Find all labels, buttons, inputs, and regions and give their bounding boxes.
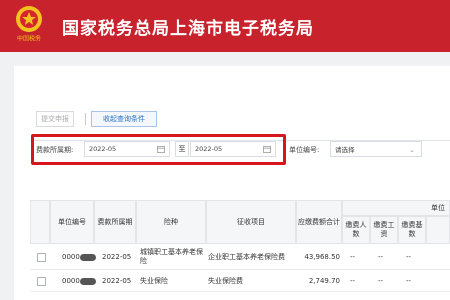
col-header-extra xyxy=(426,216,450,244)
col-group-unit: 单位 xyxy=(342,200,450,216)
submit-declaration-button[interactable]: 提交申报 xyxy=(36,111,74,127)
row-base: -- xyxy=(406,276,412,285)
row-unit: 0000 xyxy=(62,270,96,292)
tax-emblem-icon: 中国税务 xyxy=(16,6,42,43)
app-title: 国家税务总局上海市电子税务局 xyxy=(62,19,314,39)
col-header-base: 缴费基数 xyxy=(398,216,426,244)
unit-number-select[interactable]: 请选择 ⌄ xyxy=(330,141,422,157)
app-header: 中国税务 国家税务总局上海市电子税务局 xyxy=(0,0,450,52)
col-header-unit: 单位编号 xyxy=(50,200,94,244)
period-highlight-box xyxy=(31,134,286,165)
tab-separator xyxy=(85,113,86,125)
col-header-item: 征收项目 xyxy=(206,200,296,244)
row-count: -- xyxy=(350,252,356,261)
row-wage: -- xyxy=(378,252,384,261)
row-checkbox[interactable] xyxy=(37,277,46,286)
row-wage: -- xyxy=(378,276,384,285)
unit-number-label: 单位编号: xyxy=(289,146,320,154)
redacted-mark xyxy=(79,277,96,285)
row-item: 失业保险费 xyxy=(208,276,243,285)
redacted-mark xyxy=(79,253,96,261)
collapse-conditions-button[interactable]: 收起查询条件 xyxy=(91,111,157,127)
row-amount: 2,749.70 xyxy=(308,276,340,285)
header-checkbox-cell xyxy=(30,200,50,244)
row-unit: 0000 xyxy=(62,244,96,270)
contribution-table: 单位编号 费款所属期 险种 征收项目 应缴费额合计 单位 缴费人数 缴费工资 缴… xyxy=(30,200,450,300)
col-header-amount: 应缴费额合计 xyxy=(296,200,342,244)
unit-select-placeholder: 请选择 xyxy=(335,146,355,154)
col-header-wage: 缴费工资 xyxy=(370,216,398,244)
row-type: 城镇职工基本养老保险 xyxy=(140,248,203,265)
row-period: 2022-05 xyxy=(102,252,132,261)
row-period: 2022-05 xyxy=(102,276,132,285)
col-header-type: 险种 xyxy=(136,200,206,244)
row-amount: 43,968.50 xyxy=(304,252,340,261)
row-base: -- xyxy=(406,252,412,261)
row-item: 企业职工基本养老保险费 xyxy=(208,252,285,261)
chevron-down-icon: ⌄ xyxy=(409,146,415,154)
row-type: 失业保险 xyxy=(140,276,168,285)
col-header-period: 费款所属期 xyxy=(94,200,136,244)
row-checkbox[interactable] xyxy=(37,253,46,262)
emblem-label: 中国税务 xyxy=(17,35,41,43)
col-header-count: 缴费人数 xyxy=(342,216,370,244)
row-count: -- xyxy=(350,276,356,285)
